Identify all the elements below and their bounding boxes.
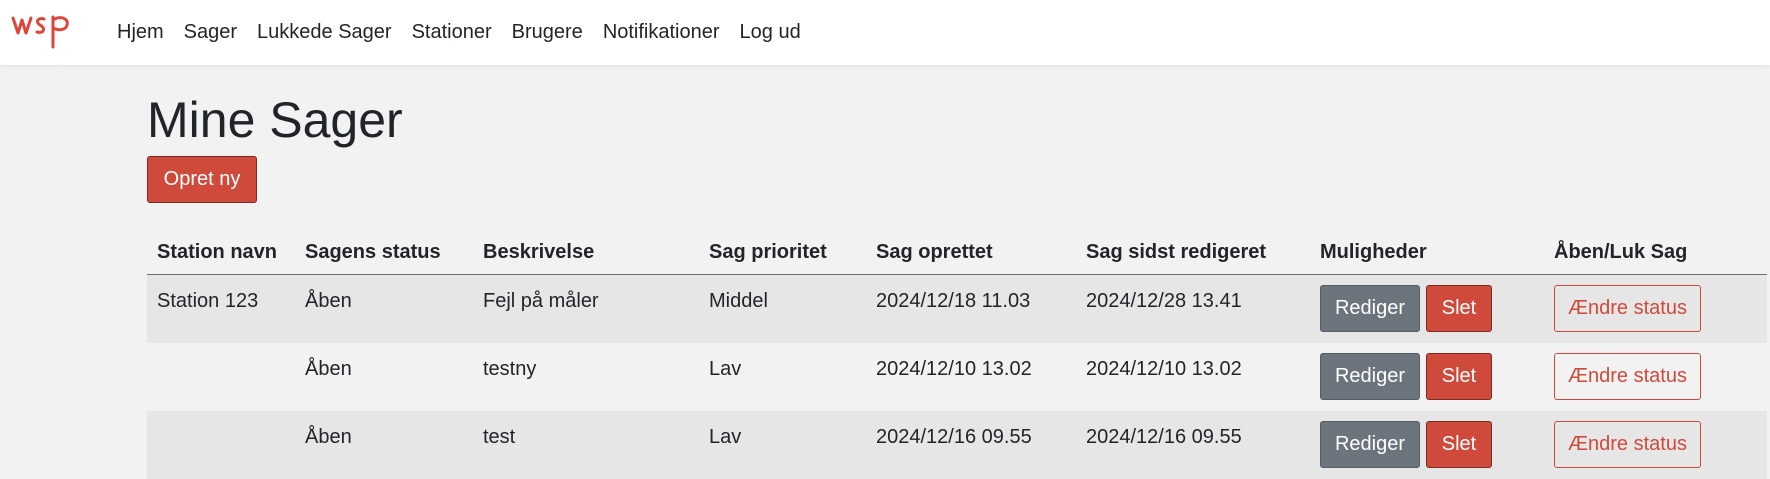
cell-priority: Lav [699, 410, 866, 479]
cell-status: Åben [295, 342, 473, 411]
delete-button[interactable]: Slet [1426, 285, 1492, 332]
header-options: Muligheder [1310, 230, 1544, 275]
table-row: Station 123 Åben Fejl på måler Middel 20… [147, 274, 1767, 343]
table-row: Åben test Lav 2024/12/16 09.55 2024/12/1… [147, 410, 1767, 479]
cell-open-close: Ændre status [1544, 410, 1767, 479]
cell-station [147, 410, 295, 479]
cell-description: test [473, 410, 699, 479]
wsp-logo[interactable] [11, 9, 79, 53]
cell-actions: Rediger Slet [1310, 410, 1544, 479]
delete-button[interactable]: Slet [1426, 352, 1492, 400]
nav-link-brugere[interactable]: Brugere [512, 21, 583, 44]
edit-button[interactable]: Rediger [1320, 285, 1420, 332]
cases-table: Station navn Sagens status Beskrivelse S… [147, 230, 1767, 479]
delete-button[interactable]: Slet [1426, 420, 1492, 468]
change-status-button[interactable]: Ændre status [1554, 352, 1701, 400]
header-last-edited: Sag sidst redigeret [1076, 230, 1310, 275]
nav-link-sager[interactable]: Sager [184, 21, 237, 44]
cell-created: 2024/12/16 09.55 [866, 410, 1076, 479]
header-case-status: Sagens status [295, 230, 473, 275]
page-title: Mine Sager [147, 92, 403, 148]
header-station-name: Station navn [147, 230, 295, 275]
header-created: Sag oprettet [866, 230, 1076, 275]
nav-link-hjem[interactable]: Hjem [117, 21, 164, 44]
cell-description: testny [473, 342, 699, 411]
nav-link-stationer[interactable]: Stationer [412, 21, 492, 44]
table-header-row: Station navn Sagens status Beskrivelse S… [147, 230, 1767, 275]
table-row: Åben testny Lav 2024/12/10 13.02 2024/12… [147, 342, 1767, 411]
cell-status: Åben [295, 274, 473, 343]
edit-button[interactable]: Rediger [1320, 420, 1420, 468]
cell-station [147, 342, 295, 411]
cell-created: 2024/12/10 13.02 [866, 342, 1076, 411]
change-status-button[interactable]: Ændre status [1554, 420, 1701, 468]
cell-edited: 2024/12/16 09.55 [1076, 410, 1310, 479]
cell-open-close: Ændre status [1544, 274, 1767, 343]
navbar: Hjem Sager Lukkede Sager Stationer Bruge… [0, 0, 1770, 65]
nav-link-notifikationer[interactable]: Notifikationer [603, 21, 720, 44]
cell-actions: Rediger Slet [1310, 274, 1544, 343]
main-content: Mine Sager Opret ny Station navn Sagens … [147, 88, 1767, 479]
nav-links: Hjem Sager Lukkede Sager Stationer Bruge… [117, 0, 821, 65]
header-open-close: Åben/Luk Sag [1544, 230, 1767, 275]
cell-actions: Rediger Slet [1310, 342, 1544, 411]
cell-edited: 2024/12/10 13.02 [1076, 342, 1310, 411]
edit-button[interactable]: Rediger [1320, 352, 1420, 400]
nav-link-lukkede-sager[interactable]: Lukkede Sager [257, 21, 392, 44]
header-description: Beskrivelse [473, 230, 699, 275]
cell-description: Fejl på måler [473, 274, 699, 343]
cell-created: 2024/12/18 11.03 [866, 274, 1076, 343]
create-new-button[interactable]: Opret ny [147, 156, 257, 203]
cell-edited: 2024/12/28 13.41 [1076, 274, 1310, 343]
cell-status: Åben [295, 410, 473, 479]
header-priority: Sag prioritet [699, 230, 866, 275]
cell-priority: Middel [699, 274, 866, 343]
nav-link-log-ud[interactable]: Log ud [740, 21, 801, 44]
cell-open-close: Ændre status [1544, 342, 1767, 411]
change-status-button[interactable]: Ændre status [1554, 285, 1701, 332]
cell-priority: Lav [699, 342, 866, 411]
cell-station: Station 123 [147, 274, 295, 343]
